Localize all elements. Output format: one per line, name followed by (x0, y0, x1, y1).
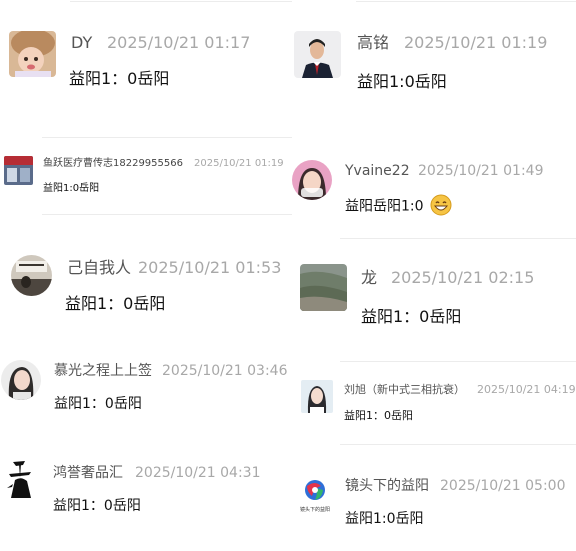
calligraphy-room-avatar-image (11, 255, 52, 296)
comment-time: 2025/10/21 01:19 (404, 33, 548, 52)
man-in-suit-avatar[interactable] (294, 31, 341, 78)
comment-text: 益阳1:0岳阳 (43, 183, 100, 194)
lens-logo-avatar-image: 镜头下的益阳 (296, 476, 334, 514)
lens-logo-caption: 镜头下的益阳 (300, 506, 330, 513)
comment-text: 益阳1：0岳阳 (344, 409, 413, 422)
storefront-avatar-image (4, 156, 33, 185)
comment-text: 益阳1:0岳阳 (345, 511, 424, 527)
woman-photo-avatar[interactable] (301, 380, 333, 413)
landscape-avatar-image (300, 264, 347, 311)
comment-time: 2025/10/21 01:19 (194, 158, 284, 169)
woman-photo-avatar-image (301, 380, 333, 413)
grinning-face-emoji (430, 194, 452, 219)
divider (340, 361, 576, 362)
comment-time: 2025/10/21 03:46 (162, 363, 288, 379)
comment-author[interactable]: 己自我人 (67, 260, 131, 276)
calligraphy-room-avatar[interactable] (11, 255, 52, 296)
lens-logo-avatar[interactable]: 镜头下的益阳 (296, 476, 334, 514)
girl-avatar-image (292, 160, 332, 200)
man-in-suit-avatar-image (294, 31, 341, 78)
comment-text: 益阳1：0岳阳 (65, 294, 166, 313)
comment-author[interactable]: 鸿誉奢品汇 (53, 466, 123, 480)
divider (340, 238, 576, 239)
comment-time: 2025/10/21 04:31 (135, 465, 261, 481)
woman-portrait-avatar-image (1, 360, 41, 400)
divider (42, 214, 292, 215)
comment-text: 益阳1：0岳阳 (54, 396, 142, 412)
comment-author[interactable]: 高铭 (357, 35, 389, 51)
landscape-avatar[interactable] (300, 264, 347, 311)
comment-time: 2025/10/21 05:00 (440, 478, 566, 494)
comment-author[interactable]: Yvaine22 (345, 164, 410, 178)
comment-time: 2025/10/21 01:17 (107, 33, 251, 52)
divider (356, 1, 576, 2)
comment-author[interactable]: 龙 (361, 270, 377, 286)
comment-text-row: 益阳岳阳1:0 (345, 194, 452, 219)
comment-text: 益阳1：0岳阳 (69, 69, 170, 88)
comment-author[interactable]: 慕光之程上上签 (54, 364, 152, 378)
baby-avatar-image (9, 31, 56, 77)
comment-author[interactable]: 镜头下的益阳 (345, 479, 429, 493)
comment-time: 2025/10/21 01:53 (138, 258, 282, 277)
girl-avatar[interactable] (292, 160, 332, 200)
comment-time: 2025/10/21 04:19 (477, 383, 576, 396)
comment-text: 益阳1:0岳阳 (357, 72, 447, 91)
divider (340, 444, 576, 445)
divider (70, 1, 292, 2)
comment-time: 2025/10/21 02:15 (391, 268, 535, 287)
comment-author[interactable]: DY (71, 35, 92, 51)
comment-time: 2025/10/21 01:49 (418, 163, 544, 179)
ink-calligraphy-avatar[interactable] (3, 458, 39, 500)
baby-avatar[interactable] (9, 31, 56, 77)
storefront-avatar[interactable] (4, 156, 33, 185)
comment-author[interactable]: 鱼跃医疗曹传志18229955566 (43, 159, 183, 169)
comment-text: 益阳岳阳1:0 (345, 198, 424, 215)
woman-portrait-avatar[interactable] (1, 360, 41, 400)
comment-text: 益阳1：0岳阳 (53, 498, 141, 514)
comment-text: 益阳1：0岳阳 (361, 307, 462, 326)
comment-author[interactable]: 刘旭（新中式三相抗衰） (344, 384, 465, 395)
ink-calligraphy-avatar-image (3, 458, 39, 500)
grinning-face-icon (430, 194, 452, 216)
divider (42, 137, 292, 138)
